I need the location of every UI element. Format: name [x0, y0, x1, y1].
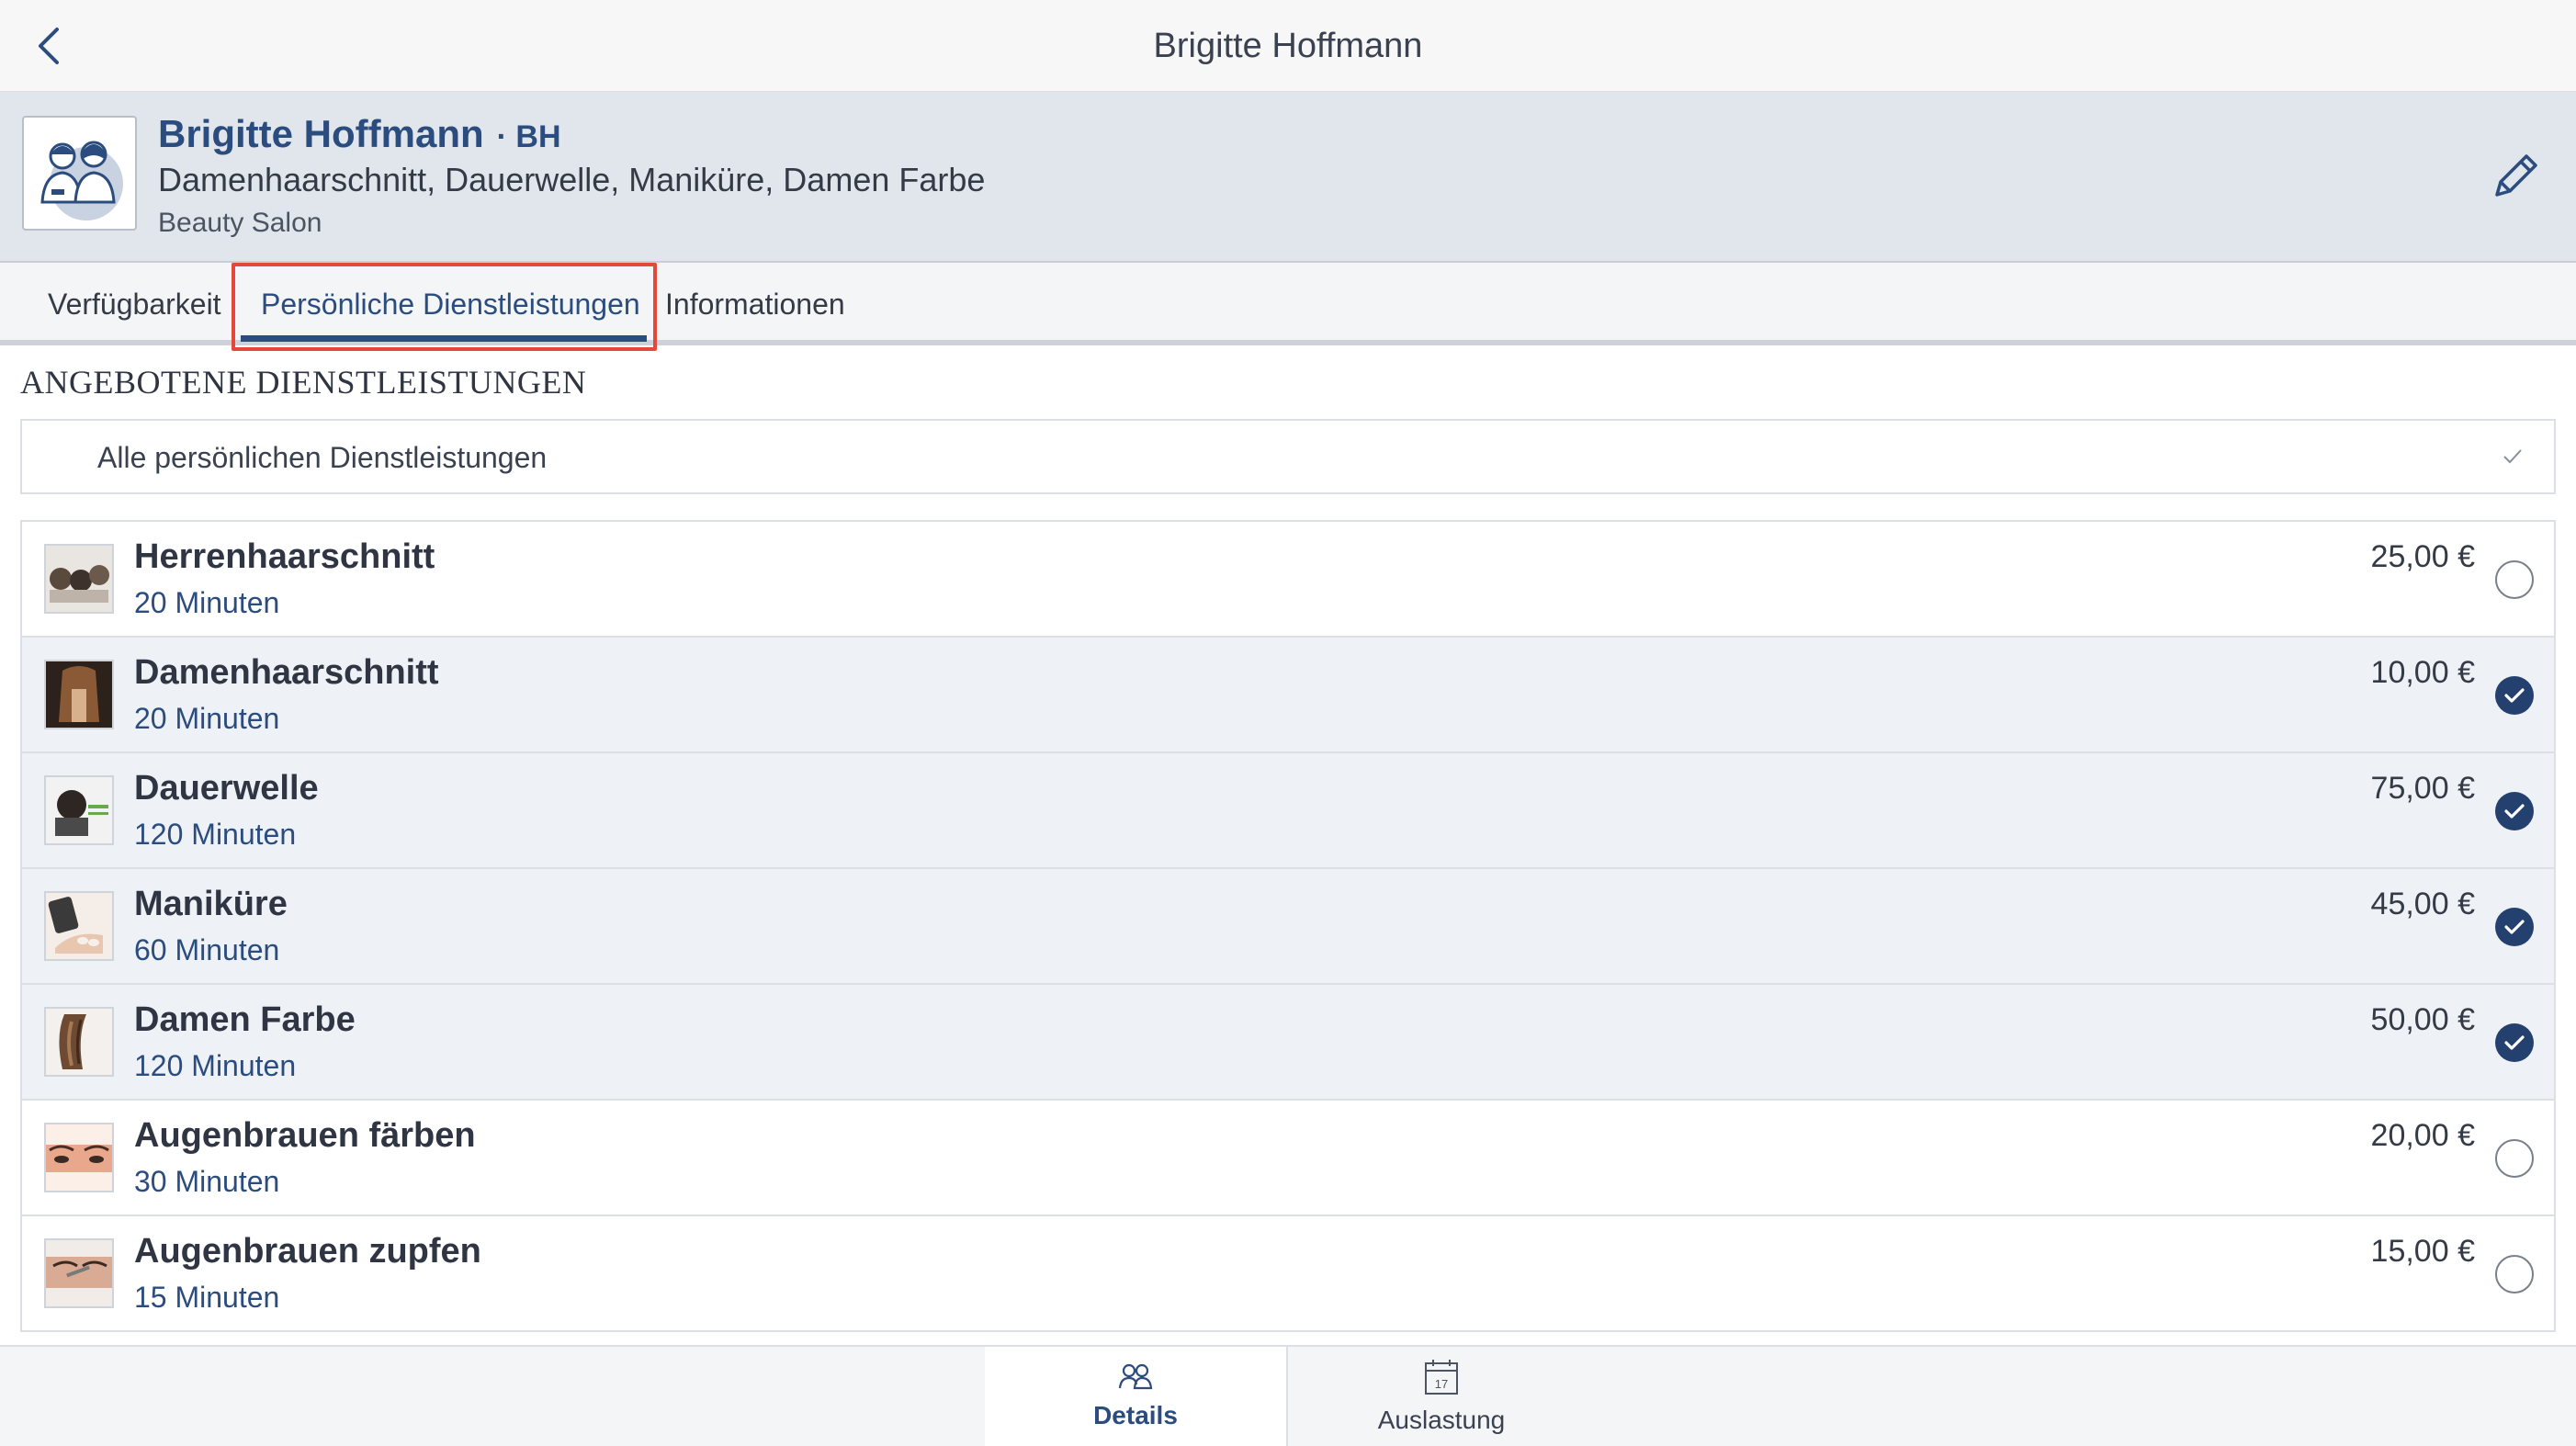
- checkmark-icon: [2504, 1035, 2525, 1050]
- section-title: ANGEBOTENE DIENSTLEISTUNGEN: [20, 364, 587, 401]
- people-icon: [1118, 1363, 1153, 1390]
- service-selected-check[interactable]: [2495, 792, 2534, 830]
- staff-avatar-icon: [40, 141, 123, 220]
- tab-persoenliche-dienstleistungen[interactable]: Persönliche Dienstleistungen: [261, 283, 640, 325]
- service-row[interactable]: Herrenhaarschnitt 20 Minuten 25,00 €: [20, 522, 2556, 638]
- profile-header: Brigitte Hoffmann · BH Damenhaarschnitt,…: [0, 92, 2576, 263]
- service-selected-check[interactable]: [2495, 676, 2534, 715]
- tab-informationen[interactable]: Informationen: [665, 283, 845, 325]
- bottom-tab-label: Auslastung: [1377, 1406, 1506, 1434]
- profile-name-row: Brigitte Hoffmann · BH: [158, 108, 561, 163]
- service-name: Augenbrauen zupfen: [134, 1232, 481, 1271]
- service-price: 25,00 €: [2370, 539, 2475, 574]
- service-price: 10,00 €: [2370, 655, 2475, 690]
- service-name: Damenhaarschnitt: [134, 653, 439, 692]
- service-price: 75,00 €: [2370, 771, 2475, 806]
- service-thumbnail: [44, 1007, 114, 1077]
- profile-initials: · BH: [496, 119, 561, 154]
- bottom-tab-label: Details: [1093, 1401, 1178, 1429]
- service-thumbnail: [44, 775, 114, 845]
- service-thumbnail: [44, 544, 114, 614]
- service-thumbnail: [44, 1238, 114, 1308]
- edit-button[interactable]: [2486, 147, 2545, 206]
- service-duration: 120 Minuten: [134, 1049, 297, 1082]
- profile-services: Damenhaarschnitt, Dauerwelle, Maniküre, …: [158, 161, 986, 198]
- pencil-icon: [2495, 154, 2537, 197]
- service-duration: 20 Minuten: [134, 702, 280, 735]
- bottom-tab-auslastung[interactable]: 17 Auslastung: [1290, 1347, 1593, 1446]
- service-name: Augenbrauen färben: [134, 1116, 476, 1155]
- service-duration: 20 Minuten: [134, 586, 280, 619]
- service-name: Damen Farbe: [134, 1000, 356, 1039]
- top-nav-bar: Brigitte Hoffmann: [0, 0, 2576, 92]
- active-tab-indicator: [241, 335, 647, 342]
- service-price: 45,00 €: [2370, 887, 2475, 921]
- service-thumbnail: [44, 660, 114, 729]
- service-list: Herrenhaarschnitt 20 Minuten 25,00 € Dam…: [20, 520, 2556, 1332]
- service-row[interactable]: Augenbrauen färben 30 Minuten 20,00 €: [20, 1101, 2556, 1216]
- service-row[interactable]: Dauerwelle 120 Minuten 75,00 €: [20, 753, 2556, 869]
- service-row[interactable]: Augenbrauen zupfen 15 Minuten 15,00 €: [20, 1216, 2556, 1332]
- service-select-radio[interactable]: [2495, 1139, 2534, 1178]
- checkmark-icon: [2504, 920, 2525, 934]
- checkmark-icon: [2503, 449, 2522, 464]
- service-thumbnail: [44, 891, 114, 961]
- calendar-day: 17: [1435, 1377, 1448, 1391]
- bottom-tab-bar: Details 17 Auslastung: [0, 1345, 2576, 1446]
- service-price: 50,00 €: [2370, 1002, 2475, 1037]
- service-row[interactable]: Damenhaarschnitt 20 Minuten 10,00 €: [20, 638, 2556, 753]
- tab-bar: Verfügbarkeit Persönliche Dienstleistung…: [0, 263, 2576, 351]
- service-row[interactable]: Maniküre 60 Minuten 45,00 €: [20, 869, 2556, 985]
- checkmark-icon: [2504, 804, 2525, 819]
- service-row[interactable]: Damen Farbe 120 Minuten 50,00 €: [20, 985, 2556, 1101]
- service-name: Herrenhaarschnitt: [134, 537, 435, 576]
- service-price: 20,00 €: [2370, 1118, 2475, 1153]
- service-price: 15,00 €: [2370, 1234, 2475, 1269]
- profile-salon: Beauty Salon: [158, 208, 322, 238]
- tab-verfuegbarkeit[interactable]: Verfügbarkeit: [48, 283, 221, 325]
- service-duration: 15 Minuten: [134, 1281, 280, 1314]
- service-duration: 120 Minuten: [134, 818, 297, 851]
- profile-name: Brigitte Hoffmann: [158, 112, 484, 155]
- avatar: [22, 116, 137, 231]
- service-name: Maniküre: [134, 885, 288, 923]
- service-selected-check[interactable]: [2495, 908, 2534, 946]
- service-name: Dauerwelle: [134, 769, 319, 808]
- checkmark-icon: [2504, 688, 2525, 703]
- service-selected-check[interactable]: [2495, 1023, 2534, 1062]
- all-services-label: Alle persönlichen Dienstleistungen: [97, 441, 548, 474]
- bottom-tab-details[interactable]: Details: [985, 1347, 1288, 1446]
- service-select-radio[interactable]: [2495, 560, 2534, 599]
- service-duration: 30 Minuten: [134, 1165, 280, 1198]
- service-select-radio[interactable]: [2495, 1255, 2534, 1293]
- page-title: Brigitte Hoffmann: [1153, 27, 1423, 65]
- all-services-row[interactable]: Alle persönlichen Dienstleistungen: [20, 419, 2556, 494]
- calendar-icon: 17: [1425, 1360, 1458, 1395]
- service-thumbnail: [44, 1123, 114, 1192]
- service-duration: 60 Minuten: [134, 933, 280, 966]
